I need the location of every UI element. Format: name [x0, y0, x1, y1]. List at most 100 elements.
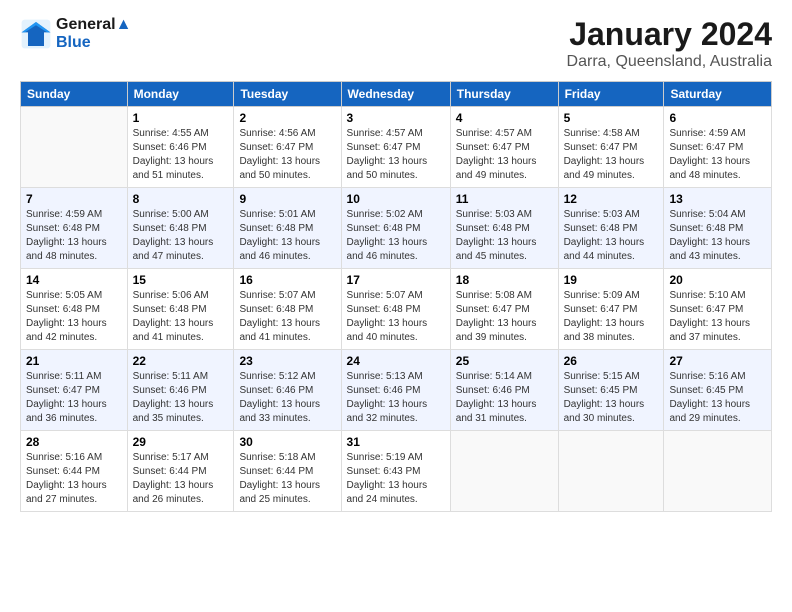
- day-number: 22: [133, 354, 229, 368]
- day-info: Sunrise: 5:01 AM Sunset: 6:48 PM Dayligh…: [239, 208, 335, 264]
- day-info: Sunrise: 5:11 AM Sunset: 6:47 PM Dayligh…: [26, 370, 122, 426]
- calendar-cell: 20 Sunrise: 5:10 AM Sunset: 6:47 PM Dayli…: [664, 269, 772, 350]
- calendar-cell: [558, 431, 664, 512]
- day-info: Sunrise: 5:09 AM Sunset: 6:47 PM Dayligh…: [564, 289, 659, 345]
- calendar-cell: 21 Sunrise: 5:11 AM Sunset: 6:47 PM Dayli…: [21, 350, 128, 431]
- day-info: Sunrise: 5:14 AM Sunset: 6:46 PM Dayligh…: [456, 370, 553, 426]
- day-number: 2: [239, 111, 335, 125]
- calendar-cell: 24 Sunrise: 5:13 AM Sunset: 6:46 PM Dayli…: [341, 350, 450, 431]
- day-number: 16: [239, 273, 335, 287]
- day-info: Sunrise: 4:56 AM Sunset: 6:47 PM Dayligh…: [239, 127, 335, 183]
- week-row-4: 21 Sunrise: 5:11 AM Sunset: 6:47 PM Dayli…: [21, 350, 772, 431]
- day-number: 17: [347, 273, 445, 287]
- day-number: 3: [347, 111, 445, 125]
- day-number: 11: [456, 192, 553, 206]
- main-title: January 2024: [567, 16, 772, 53]
- day-number: 26: [564, 354, 659, 368]
- day-number: 9: [239, 192, 335, 206]
- day-info: Sunrise: 4:55 AM Sunset: 6:46 PM Dayligh…: [133, 127, 229, 183]
- day-number: 21: [26, 354, 122, 368]
- col-monday: Monday: [127, 82, 234, 107]
- day-info: Sunrise: 5:12 AM Sunset: 6:46 PM Dayligh…: [239, 370, 335, 426]
- week-row-1: 1 Sunrise: 4:55 AM Sunset: 6:46 PM Daylig…: [21, 107, 772, 188]
- calendar-cell: 23 Sunrise: 5:12 AM Sunset: 6:46 PM Dayli…: [234, 350, 341, 431]
- calendar-cell: 13 Sunrise: 5:04 AM Sunset: 6:48 PM Dayli…: [664, 188, 772, 269]
- day-info: Sunrise: 5:13 AM Sunset: 6:46 PM Dayligh…: [347, 370, 445, 426]
- col-wednesday: Wednesday: [341, 82, 450, 107]
- day-info: Sunrise: 5:15 AM Sunset: 6:45 PM Dayligh…: [564, 370, 659, 426]
- calendar-cell: 15Sunrise: 5:06 AM Sunset: 6:48 PM Dayli…: [127, 269, 234, 350]
- day-number: 1: [133, 111, 229, 125]
- col-friday: Friday: [558, 82, 664, 107]
- calendar-cell: 26 Sunrise: 5:15 AM Sunset: 6:45 PM Dayli…: [558, 350, 664, 431]
- day-info: Sunrise: 5:02 AM Sunset: 6:48 PM Dayligh…: [347, 208, 445, 264]
- day-info: Sunrise: 5:07 AM Sunset: 6:48 PM Dayligh…: [347, 289, 445, 345]
- day-number: 12: [564, 192, 659, 206]
- day-number: 20: [669, 273, 766, 287]
- day-number: 29: [133, 435, 229, 449]
- calendar-cell: 30Sunrise: 5:18 AM Sunset: 6:44 PM Dayli…: [234, 431, 341, 512]
- col-thursday: Thursday: [450, 82, 558, 107]
- week-row-3: 14 Sunrise: 5:05 AM Sunset: 6:48 PM Dayli…: [21, 269, 772, 350]
- logo-icon: [20, 18, 52, 50]
- day-info: Sunrise: 5:16 AM Sunset: 6:45 PM Dayligh…: [669, 370, 766, 426]
- day-info: Sunrise: 5:10 AM Sunset: 6:47 PM Dayligh…: [669, 289, 766, 345]
- day-number: 24: [347, 354, 445, 368]
- calendar-cell: 2 Sunrise: 4:56 AM Sunset: 6:47 PM Daylig…: [234, 107, 341, 188]
- calendar-cell: 18 Sunrise: 5:08 AM Sunset: 6:47 PM Dayli…: [450, 269, 558, 350]
- day-number: 25: [456, 354, 553, 368]
- day-info: Sunrise: 4:57 AM Sunset: 6:47 PM Dayligh…: [456, 127, 553, 183]
- calendar-cell: 11 Sunrise: 5:03 AM Sunset: 6:48 PM Dayli…: [450, 188, 558, 269]
- logo-text: General▲ Blue: [56, 16, 131, 52]
- calendar-cell: 9 Sunrise: 5:01 AM Sunset: 6:48 PM Daylig…: [234, 188, 341, 269]
- calendar-cell: 3Sunrise: 4:57 AM Sunset: 6:47 PM Daylig…: [341, 107, 450, 188]
- day-info: Sunrise: 4:59 AM Sunset: 6:47 PM Dayligh…: [669, 127, 766, 183]
- day-info: Sunrise: 5:04 AM Sunset: 6:48 PM Dayligh…: [669, 208, 766, 264]
- calendar-cell: 17 Sunrise: 5:07 AM Sunset: 6:48 PM Dayli…: [341, 269, 450, 350]
- calendar-cell: 10 Sunrise: 5:02 AM Sunset: 6:48 PM Dayli…: [341, 188, 450, 269]
- day-info: Sunrise: 5:03 AM Sunset: 6:48 PM Dayligh…: [564, 208, 659, 264]
- calendar-cell: 6 Sunrise: 4:59 AM Sunset: 6:47 PM Daylig…: [664, 107, 772, 188]
- day-number: 8: [133, 192, 229, 206]
- day-info: Sunrise: 5:18 AM Sunset: 6:44 PM Dayligh…: [239, 451, 335, 507]
- calendar-table: Sunday Monday Tuesday Wednesday Thursday…: [20, 81, 772, 512]
- day-number: 23: [239, 354, 335, 368]
- day-info: Sunrise: 5:05 AM Sunset: 6:48 PM Dayligh…: [26, 289, 122, 345]
- calendar-cell: 22Sunrise: 5:11 AM Sunset: 6:46 PM Dayli…: [127, 350, 234, 431]
- day-number: 13: [669, 192, 766, 206]
- day-info: Sunrise: 5:08 AM Sunset: 6:47 PM Dayligh…: [456, 289, 553, 345]
- calendar-cell: 4 Sunrise: 4:57 AM Sunset: 6:47 PM Daylig…: [450, 107, 558, 188]
- day-number: 5: [564, 111, 659, 125]
- day-number: 19: [564, 273, 659, 287]
- day-info: Sunrise: 5:19 AM Sunset: 6:43 PM Dayligh…: [347, 451, 445, 507]
- calendar-cell: [664, 431, 772, 512]
- calendar-cell: 16Sunrise: 5:07 AM Sunset: 6:48 PM Dayli…: [234, 269, 341, 350]
- calendar-cell: 27 Sunrise: 5:16 AM Sunset: 6:45 PM Dayli…: [664, 350, 772, 431]
- header: General▲ Blue January 2024 Darra, Queens…: [20, 16, 772, 71]
- day-number: 28: [26, 435, 122, 449]
- calendar-cell: 1 Sunrise: 4:55 AM Sunset: 6:46 PM Daylig…: [127, 107, 234, 188]
- day-number: 18: [456, 273, 553, 287]
- day-info: Sunrise: 5:16 AM Sunset: 6:44 PM Dayligh…: [26, 451, 122, 507]
- col-saturday: Saturday: [664, 82, 772, 107]
- calendar-cell: 31 Sunrise: 5:19 AM Sunset: 6:43 PM Dayli…: [341, 431, 450, 512]
- day-number: 6: [669, 111, 766, 125]
- calendar-cell: 29Sunrise: 5:17 AM Sunset: 6:44 PM Dayli…: [127, 431, 234, 512]
- calendar-cell: 8Sunrise: 5:00 AM Sunset: 6:48 PM Daylig…: [127, 188, 234, 269]
- day-number: 7: [26, 192, 122, 206]
- header-row: Sunday Monday Tuesday Wednesday Thursday…: [21, 82, 772, 107]
- day-number: 14: [26, 273, 122, 287]
- day-number: 4: [456, 111, 553, 125]
- col-sunday: Sunday: [21, 82, 128, 107]
- calendar-cell: 14 Sunrise: 5:05 AM Sunset: 6:48 PM Dayli…: [21, 269, 128, 350]
- calendar-cell: 28 Sunrise: 5:16 AM Sunset: 6:44 PM Dayli…: [21, 431, 128, 512]
- day-number: 27: [669, 354, 766, 368]
- calendar-cell: [21, 107, 128, 188]
- calendar-cell: [450, 431, 558, 512]
- day-number: 10: [347, 192, 445, 206]
- day-number: 31: [347, 435, 445, 449]
- logo: General▲ Blue: [20, 16, 131, 52]
- day-info: Sunrise: 5:03 AM Sunset: 6:48 PM Dayligh…: [456, 208, 553, 264]
- calendar-cell: 25 Sunrise: 5:14 AM Sunset: 6:46 PM Dayli…: [450, 350, 558, 431]
- calendar-cell: 12 Sunrise: 5:03 AM Sunset: 6:48 PM Dayli…: [558, 188, 664, 269]
